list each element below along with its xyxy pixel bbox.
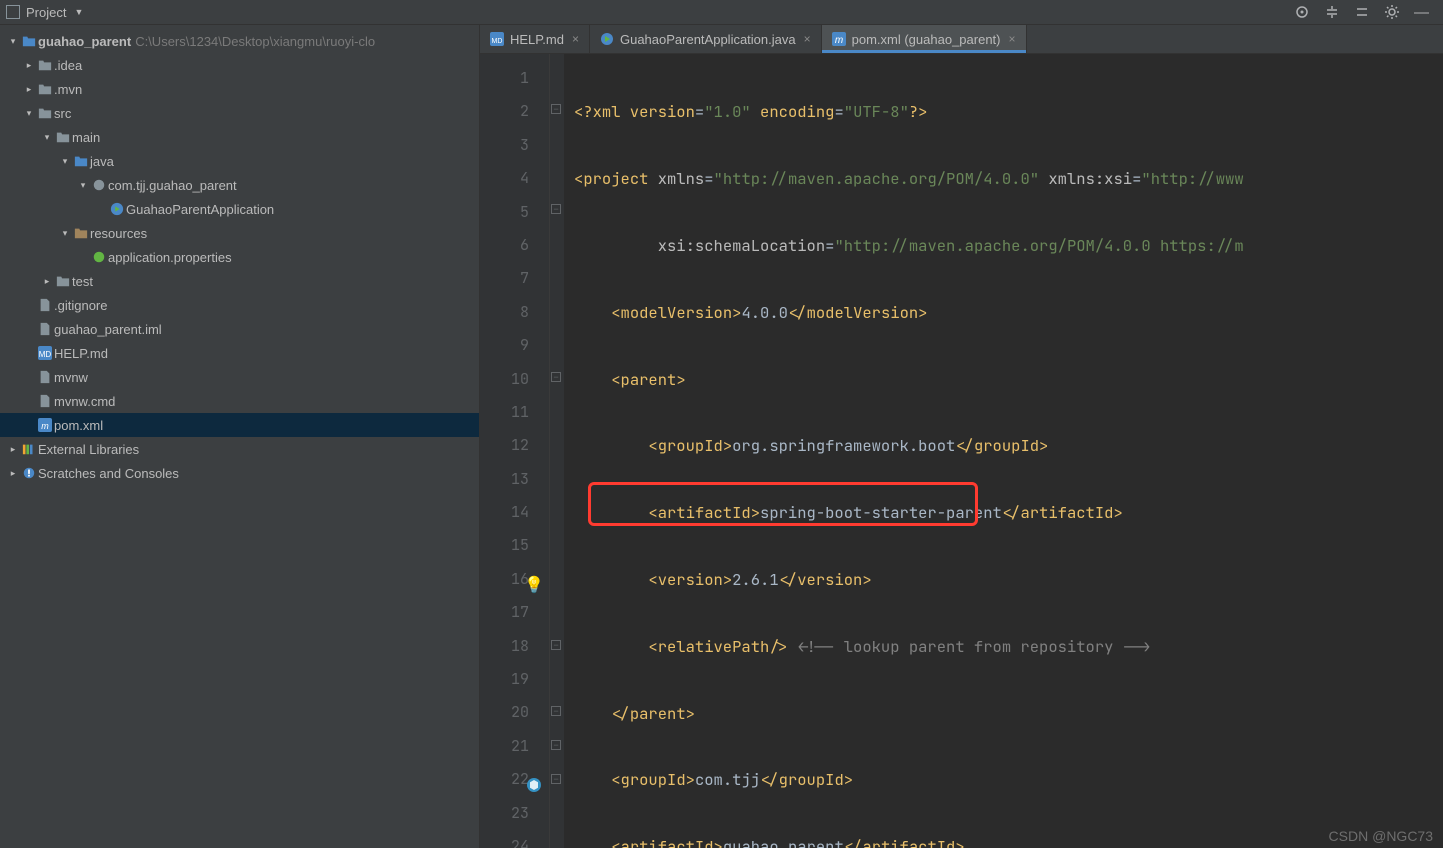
project-icon [6,5,20,19]
locate-icon[interactable] [1294,4,1310,20]
fold-icon[interactable]: − [551,706,561,716]
project-label: Project [26,5,66,20]
tab-close-icon[interactable]: × [804,32,811,46]
toolbar: Project ▼ — [0,0,1443,25]
tree-extlib[interactable]: ▸ External Libraries [0,437,479,461]
tree-test[interactable]: ▸ test [0,269,479,293]
dropdown-icon: ▼ [74,7,83,17]
tree-java[interactable]: ▾ java [0,149,479,173]
fold-gutter: − − − − − − − [550,54,564,848]
maven-icon: m [832,32,846,46]
bulb-icon[interactable]: 💡 [524,568,544,601]
tree-main[interactable]: ▾ main [0,125,479,149]
svg-text:m: m [834,35,842,46]
tree-resources[interactable]: ▾ resources [0,221,479,245]
tree-mvn[interactable]: ▸ .mvn [0,77,479,101]
code-area[interactable]: <?xml version="1.0" encoding="UTF-8"?> <… [564,54,1443,848]
dependency-icon[interactable] [526,772,542,788]
code-editor[interactable]: 1234 5678 9101112 13141516 17181920 2122… [480,54,1443,848]
fold-icon[interactable]: − [551,104,561,114]
collapse-icon[interactable] [1354,4,1370,20]
fold-icon[interactable]: − [551,740,561,750]
tree-idea[interactable]: ▸ .idea [0,53,479,77]
svg-text:MD: MD [39,350,52,359]
tab-label: pom.xml (guahao_parent) [852,32,1001,47]
tab-label: GuahaoParentApplication.java [620,32,796,47]
tree-app-class[interactable]: GuahaoParentApplication [0,197,479,221]
fold-icon[interactable]: − [551,204,561,214]
settings-icon[interactable] [1384,4,1400,20]
tab-close-icon[interactable]: × [1008,32,1015,46]
tree-mvnwcmd[interactable]: mvnw.cmd [0,389,479,413]
tab-java[interactable]: GuahaoParentApplication.java × [590,25,822,53]
tree-gitignore[interactable]: .gitignore [0,293,479,317]
svg-text:MD: MD [492,38,503,45]
fold-icon[interactable]: − [551,774,561,784]
line-gutter: 1234 5678 9101112 13141516 17181920 2122… [480,54,550,848]
fold-icon[interactable]: − [551,372,561,382]
tab-label: HELP.md [510,32,564,47]
tree-iml[interactable]: guahao_parent.iml [0,317,479,341]
tree-help[interactable]: MD HELP.md [0,341,479,365]
tree-src[interactable]: ▾ src [0,101,479,125]
editor-tabs: MD HELP.md × GuahaoParentApplication.jav… [480,25,1443,54]
tab-pom[interactable]: m pom.xml (guahao_parent) × [822,25,1027,53]
fold-icon[interactable]: − [551,640,561,650]
tab-help[interactable]: MD HELP.md × [480,25,590,53]
tree-mvnw[interactable]: mvnw [0,365,479,389]
editor: MD HELP.md × GuahaoParentApplication.jav… [480,25,1443,848]
tab-close-icon[interactable]: × [572,32,579,46]
tree-package[interactable]: ▾ com.tjj.guahao_parent [0,173,479,197]
tree-scratch[interactable]: ▸ Scratches and Consoles [0,461,479,485]
watermark: CSDN @NGC73 [1329,828,1433,844]
project-selector[interactable]: Project ▼ [6,5,83,20]
expand-icon[interactable] [1324,4,1340,20]
svg-text:m: m [41,421,49,431]
java-icon [600,32,614,46]
tree-pom[interactable]: m pom.xml [0,413,479,437]
hide-icon[interactable]: — [1414,4,1429,21]
tree-root[interactable]: ▾ guahao_parent C:\Users\1234\Desktop\xi… [0,29,479,53]
md-icon: MD [490,32,504,46]
tree-app-props[interactable]: application.properties [0,245,479,269]
project-tree[interactable]: ▾ guahao_parent C:\Users\1234\Desktop\xi… [0,25,480,848]
